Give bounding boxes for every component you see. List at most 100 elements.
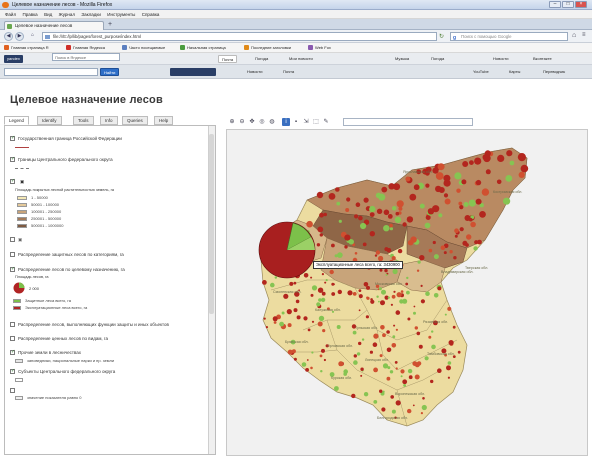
layer-checkbox[interactable] xyxy=(10,349,15,355)
legend-item[interactable]: Распределение ценных лесов по видам, га xyxy=(10,336,108,341)
tab-legend[interactable]: Legend xyxy=(4,116,30,125)
tab-tools[interactable]: Tools xyxy=(73,116,94,125)
bookmark-item[interactable]: Web Fox xyxy=(308,45,331,50)
legend-scrollbar[interactable] xyxy=(208,126,215,454)
toolbar-link[interactable]: Вконтакте xyxy=(530,55,555,63)
map-search-input[interactable] xyxy=(343,118,473,126)
layer-checkbox[interactable] xyxy=(10,336,15,341)
legend-item[interactable]: Границы Центрального федерального округа xyxy=(10,156,113,162)
refresh-icon[interactable]: ↻ xyxy=(439,33,444,40)
big-pie-symbol[interactable] xyxy=(258,221,316,279)
bookmark-item[interactable]: Начальная страница xyxy=(180,45,226,50)
forest-dot xyxy=(393,290,396,293)
menu-tools[interactable]: Инструменты xyxy=(107,12,135,17)
layer-checkbox[interactable] xyxy=(10,237,15,242)
toolbar-link[interactable]: YouTube xyxy=(470,68,492,76)
pan-icon[interactable]: ✥ xyxy=(248,118,256,126)
browser-search-input[interactable]: g Поиск с помощью Google xyxy=(450,32,568,41)
home-icon[interactable]: ⌂ xyxy=(28,32,37,41)
forest-dot xyxy=(402,222,407,227)
layer-checkbox[interactable] xyxy=(10,266,15,272)
layer-checkbox[interactable] xyxy=(10,135,15,141)
measure-icon[interactable]: ⇲ xyxy=(302,118,310,126)
find-button[interactable]: Найти xyxy=(100,68,120,76)
bookmark-item[interactable]: Главная страница R xyxy=(4,45,49,50)
menu-bookmarks[interactable]: Закладки xyxy=(81,12,100,17)
tab-queries[interactable]: Queries xyxy=(122,116,148,125)
toolbar-link[interactable]: Новости xyxy=(490,55,511,63)
forest-dot xyxy=(437,368,442,373)
close-button[interactable]: × xyxy=(575,1,587,8)
select-icon[interactable]: ⬚ xyxy=(312,118,320,126)
bookmark-item[interactable]: Главная Яндекса xyxy=(66,45,105,50)
toolbar-link[interactable]: Погода xyxy=(428,55,447,63)
browser-tab[interactable]: Целевое назначение лесов xyxy=(4,21,104,30)
forest-dot xyxy=(469,160,474,165)
legend-item[interactable]: Распределение защитных лесов по категори… xyxy=(10,252,124,257)
forward-button[interactable]: ▶ xyxy=(15,32,24,41)
menu-icon[interactable]: ≡ xyxy=(582,32,586,38)
globe-icon[interactable]: ◍ xyxy=(268,118,276,126)
legend-item[interactable]: ▣ xyxy=(10,178,24,185)
home-button-icon[interactable]: ⌂ xyxy=(572,32,576,39)
legend-item[interactable] xyxy=(10,388,18,393)
address-bar[interactable]: file:///E:/lp/lib/pages/forest_purpose/i… xyxy=(42,32,437,41)
yandex-search-input[interactable]: Поиск в Яндексе xyxy=(52,53,120,61)
legend-item[interactable]: Прочие земли в лесничествах xyxy=(10,349,81,355)
legend-item[interactable]: Государственная граница Российской Федер… xyxy=(10,135,122,141)
subject-swatch xyxy=(15,378,23,382)
back-button[interactable]: ◀ xyxy=(4,32,13,41)
menu-edit[interactable]: Правка xyxy=(22,12,37,17)
menu-history[interactable]: Журнал xyxy=(59,12,75,17)
full-extent-icon[interactable]: ◎ xyxy=(258,118,266,126)
bookmark-item[interactable]: Часто посещаемые xyxy=(122,45,165,50)
forest-dot xyxy=(265,326,268,329)
new-tab-button[interactable]: + xyxy=(108,21,116,29)
legend-item[interactable]: ▣ xyxy=(10,237,22,243)
layer-checkbox[interactable] xyxy=(10,156,15,162)
layer-checkbox[interactable] xyxy=(10,178,15,184)
legend-item[interactable]: Субъекты Центрального федерального округ… xyxy=(10,368,115,374)
forest-dot xyxy=(386,376,391,381)
scroll-thumb[interactable] xyxy=(209,134,214,314)
toolbar-link[interactable] xyxy=(170,68,216,76)
clear-icon[interactable]: ✎ xyxy=(322,118,330,126)
zoom-in-icon[interactable]: ⊕ xyxy=(228,118,236,126)
tab-info[interactable]: Info xyxy=(100,116,118,125)
tab-help[interactable]: Help xyxy=(154,116,174,125)
forest-dot xyxy=(416,269,420,272)
zero-swatch xyxy=(15,396,23,400)
legend-item[interactable]: Распределение лесов, выполняющих функции… xyxy=(10,322,169,327)
maximize-button[interactable]: □ xyxy=(562,1,574,8)
toolbar-search-input[interactable] xyxy=(4,68,98,76)
toolbar-link[interactable]: Переводчик xyxy=(540,68,568,76)
map-view[interactable]: Эксплуатационные леса всего, га: 3430900… xyxy=(226,129,588,456)
forest-dot xyxy=(395,328,398,331)
menu-help[interactable]: Справка xyxy=(142,12,160,17)
tab-identify[interactable]: Identify xyxy=(37,116,62,125)
toolbar-link[interactable]: Почта xyxy=(218,55,238,63)
layer-checkbox[interactable] xyxy=(10,388,15,393)
bookmark-icon xyxy=(180,45,185,50)
layer-checkbox[interactable] xyxy=(10,322,15,327)
menu-file[interactable]: Файл xyxy=(5,12,16,17)
layer-checkbox[interactable] xyxy=(10,252,15,257)
zoom-out-icon[interactable]: ⊖ xyxy=(238,118,246,126)
forest-dot xyxy=(380,325,385,330)
toolbar-link[interactable]: Новости xyxy=(244,68,265,76)
menu-view[interactable]: Вид xyxy=(44,12,52,17)
identify-icon[interactable]: i xyxy=(282,118,290,126)
bookmark-item[interactable]: Последние заголовки xyxy=(244,45,291,50)
forest-dot xyxy=(390,395,394,399)
info-icon[interactable]: ▪ xyxy=(292,118,300,126)
toolbar-link[interactable]: Мои новости xyxy=(286,55,316,63)
yandex-logo[interactable]: yandex xyxy=(4,55,23,63)
toolbar-link[interactable]: Погода xyxy=(252,55,271,63)
legend-item[interactable]: Распределение лесов по целевому назначен… xyxy=(10,266,125,272)
toolbar-link[interactable]: Карты xyxy=(506,68,523,76)
forest-dot xyxy=(407,368,413,374)
toolbar-link[interactable]: Почта xyxy=(280,68,297,76)
toolbar-link[interactable]: Музыка xyxy=(392,55,412,63)
minimize-button[interactable]: – xyxy=(549,1,561,8)
layer-checkbox[interactable] xyxy=(10,368,15,374)
